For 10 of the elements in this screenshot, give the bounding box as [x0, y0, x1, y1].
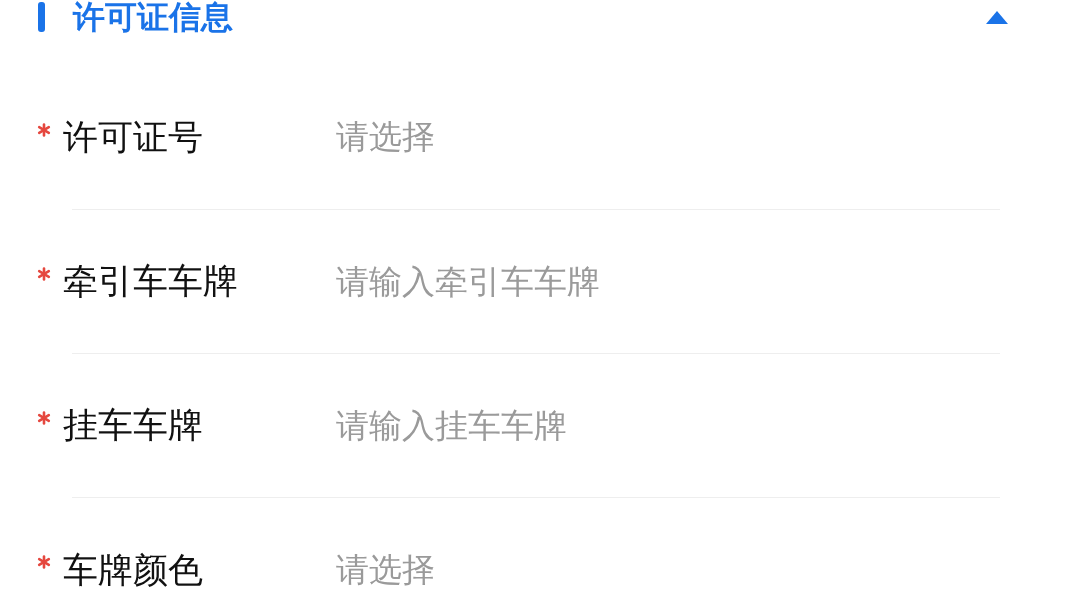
field-label: 牵引车车牌 — [63, 260, 239, 303]
field-label: 车牌颜色 — [63, 548, 204, 592]
field-label: 许可证号 — [63, 116, 204, 159]
input-field[interactable]: 请输入牵引车车牌 — [336, 262, 936, 301]
select-field[interactable]: 请选择 — [336, 547, 435, 593]
select-field[interactable]: 请选择 — [336, 115, 435, 160]
accent-bar — [38, 2, 45, 32]
input-field[interactable]: 请输入挂车车牌 — [336, 406, 936, 445]
section-title: 许可证信息 — [73, 0, 233, 34]
field-label: 挂车车牌 — [63, 404, 204, 447]
